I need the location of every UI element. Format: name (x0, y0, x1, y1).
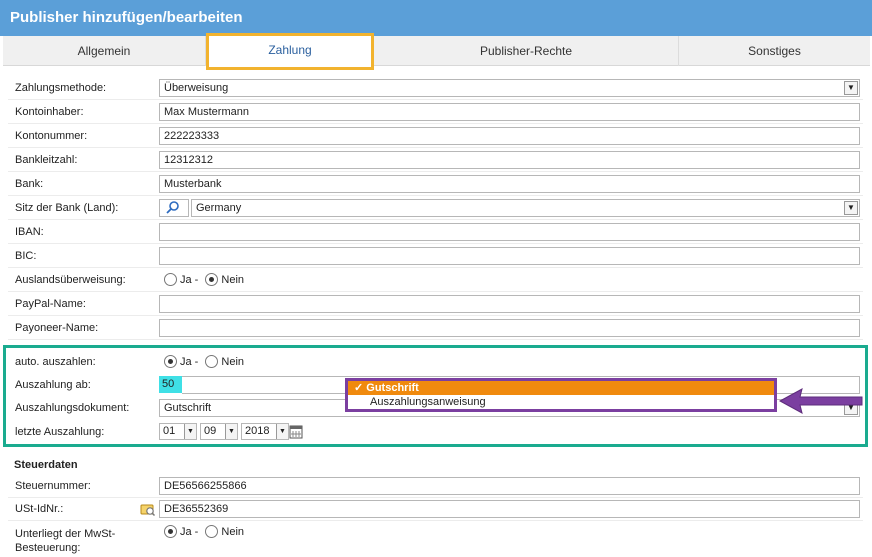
foreign-yes-label: Ja - (180, 273, 199, 286)
label-auto-payout: auto. auszahlen: (15, 356, 96, 368)
label-last-payout: letzte Auszahlung: (15, 426, 105, 438)
bank-country-select[interactable]: Germany ▼ (191, 199, 860, 217)
payoneer-input[interactable] (159, 319, 860, 337)
tab-sonstiges[interactable]: Sonstiges (679, 36, 870, 66)
vat-liable-no-label: Nein (221, 525, 245, 538)
label-bank: Bank: (15, 178, 44, 190)
dropdown-option-auszahlungsanweisung[interactable]: Auszahlungsanweisung (348, 395, 774, 409)
label-vat-liable-line2: Besteuerung: (15, 542, 81, 554)
row-account: Kontonummer: 222223333 (8, 124, 863, 148)
payment-method-select[interactable]: Überweisung ▼ (159, 79, 860, 97)
last-payout-month: 09 (204, 425, 217, 437)
holder-input[interactable]: Max Mustermann (159, 103, 860, 121)
lookup-icon[interactable] (139, 502, 156, 517)
chevron-down-icon[interactable]: ▼ (276, 424, 288, 439)
check-icon: ✓ (354, 382, 364, 394)
iban-input[interactable] (159, 223, 860, 241)
label-vat-id: USt-IdNr.: (15, 503, 64, 515)
row-payment-method: Zahlungsmethode: Überweisung ▼ (8, 76, 863, 100)
foreign-no-label: Nein (221, 273, 245, 286)
last-payout-year: 2018 (245, 425, 270, 437)
row-auto-payout: auto. auszahlen: Ja - Nein (8, 350, 863, 374)
label-account: Kontonummer: (15, 130, 88, 142)
tab-allgemein[interactable]: Allgemein (3, 36, 206, 66)
row-bank: Bank: Musterbank (8, 172, 863, 196)
arrow-icon (778, 388, 863, 414)
label-paypal: PayPal-Name: (15, 298, 86, 310)
payment-method-value: Überweisung (164, 82, 229, 94)
label-tax-number: Steuernummer: (15, 480, 91, 492)
vat-id-input[interactable]: DE36552369 (159, 500, 860, 518)
tab-bar: Allgemein Zahlung Publisher-Rechte Sonst… (3, 33, 870, 70)
label-iban: IBAN: (15, 226, 44, 238)
auto-payout-no-label: Nein (221, 355, 245, 368)
label-threshold: Auszahlung ab: (15, 379, 91, 391)
vat-liable-yes-radio[interactable] (164, 525, 177, 538)
chevron-down-icon[interactable]: ▼ (184, 424, 196, 439)
foreign-no-radio[interactable] (205, 273, 219, 286)
row-iban: IBAN: (8, 220, 863, 244)
document-dropdown-list: ✓ Gutschrift Auszahlungsanweisung (345, 378, 777, 412)
row-tax-number: Steuernummer: DE56566255866 (8, 474, 863, 498)
threshold-input[interactable]: 50 (159, 376, 182, 393)
vat-liable-yes-label: Ja - (180, 525, 199, 538)
label-vat-liable-line1: Unterliegt der MwSt- (15, 528, 116, 540)
row-vat-id: USt-IdNr.: DE36552369 (8, 497, 863, 521)
search-icon (166, 201, 179, 214)
search-button[interactable] (159, 199, 189, 217)
foreign-radio-group: Ja - Nein (164, 273, 248, 286)
bank-country-value: Germany (196, 202, 242, 214)
chevron-down-icon[interactable]: ▼ (844, 81, 858, 95)
label-vat-liable: Unterliegt der MwSt- Besteuerung: (15, 527, 115, 555)
row-last-payout: letzte Auszahlung: 01 ▼ 09 ▼ 2018 ▼ (8, 420, 863, 444)
row-foreign: Auslandsüberweisung: Ja - Nein (8, 268, 863, 292)
bank-input[interactable]: Musterbank (159, 175, 860, 193)
label-payoneer: Payoneer-Name: (15, 322, 99, 334)
row-bank-country: Sitz der Bank (Land): Germany ▼ (8, 196, 863, 220)
label-foreign: Auslandsüberweisung: (15, 274, 126, 286)
last-payout-day-select[interactable]: 01 ▼ (159, 423, 197, 440)
label-holder: Kontoinhaber: (15, 106, 84, 118)
auto-payout-yes-label: Ja - (180, 355, 199, 368)
dropdown-option-gutschrift-label: Gutschrift (366, 382, 419, 394)
last-payout-day: 01 (163, 425, 176, 437)
tab-zahlung[interactable]: Zahlung (206, 33, 374, 70)
label-bic: BIC: (15, 250, 37, 262)
tax-heading: Steuerdaten (14, 459, 78, 471)
label-bank-country: Sitz der Bank (Land): (15, 202, 119, 214)
vat-liable-radio-group: Ja - Nein (164, 525, 248, 538)
dropdown-option-gutschrift[interactable]: ✓ Gutschrift (348, 381, 774, 395)
auto-payout-yes-radio[interactable] (164, 355, 177, 368)
last-payout-year-select[interactable]: 2018 ▼ (241, 423, 289, 440)
chevron-down-icon[interactable]: ▼ (225, 424, 237, 439)
row-holder: Kontoinhaber: Max Mustermann (8, 100, 863, 124)
label-bankcode: Bankleitzahl: (15, 154, 78, 166)
last-payout-month-select[interactable]: 09 ▼ (200, 423, 238, 440)
row-paypal: PayPal-Name: (8, 292, 863, 316)
tab-publisher-rechte[interactable]: Publisher-Rechte (374, 36, 679, 66)
window-title: Publisher hinzufügen/bearbeiten (0, 0, 872, 36)
auto-payout-no-radio[interactable] (205, 355, 219, 368)
tax-number-input[interactable]: DE56566255866 (159, 477, 860, 495)
row-bankcode: Bankleitzahl: 12312312 (8, 148, 863, 172)
calendar-icon[interactable] (289, 424, 303, 439)
paypal-input[interactable] (159, 295, 860, 313)
label-document: Auszahlungsdokument: (15, 402, 130, 414)
account-input[interactable]: 222223333 (159, 127, 860, 145)
vat-liable-no-radio[interactable] (205, 525, 219, 538)
auto-payout-radio-group: Ja - Nein (164, 355, 248, 368)
row-bic: BIC: (8, 244, 863, 268)
row-payoneer: Payoneer-Name: (8, 316, 863, 340)
row-vat-liable: Unterliegt der MwSt- Besteuerung: Ja - N… (8, 521, 863, 557)
document-value: Gutschrift (164, 402, 212, 414)
label-payment-method: Zahlungsmethode: (15, 82, 107, 94)
foreign-yes-radio[interactable] (164, 273, 177, 286)
bankcode-input[interactable]: 12312312 (159, 151, 860, 169)
bic-input[interactable] (159, 247, 860, 265)
chevron-down-icon[interactable]: ▼ (844, 201, 858, 215)
